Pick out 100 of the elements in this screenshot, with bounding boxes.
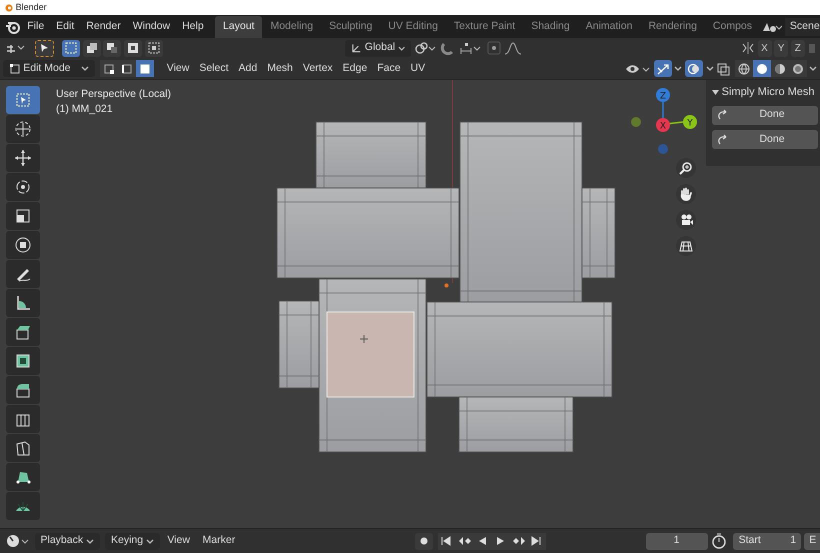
overlay-toggle-button[interactable]	[684, 60, 703, 77]
workspace-tab[interactable]: Layout	[214, 16, 262, 38]
menu-item[interactable]: Help	[176, 18, 210, 34]
pivot-icon[interactable]	[414, 41, 438, 55]
select-box-icon	[14, 91, 32, 109]
end-frame-field[interactable]: E	[804, 532, 820, 550]
header-menu[interactable]: Add	[234, 58, 262, 78]
workspace-tab[interactable]: UV Editing	[380, 16, 446, 38]
tool-button[interactable]	[6, 405, 40, 433]
timeline-dropdown[interactable]: Playback	[34, 532, 100, 550]
tool-button[interactable]	[6, 492, 40, 520]
select-mode-button[interactable]	[144, 40, 162, 56]
done-button[interactable]: Done	[712, 106, 818, 125]
select-mode-button[interactable]	[124, 40, 142, 56]
axis-handle[interactable]	[631, 117, 641, 127]
shading-button[interactable]	[770, 60, 789, 77]
workspace-tab[interactable]: Texture Paint	[446, 16, 524, 38]
viewport-control[interactable]	[676, 236, 696, 256]
tool-button[interactable]	[6, 231, 40, 259]
axis-toggle-button[interactable]: Z	[790, 40, 805, 56]
shading-button[interactable]	[734, 60, 753, 77]
header-menu[interactable]: Vertex	[298, 58, 338, 78]
playback-button[interactable]	[438, 532, 456, 550]
vertex-select-button[interactable]	[100, 60, 118, 77]
viewport-control[interactable]	[676, 210, 696, 230]
record-button[interactable]	[414, 532, 433, 550]
tool-button[interactable]	[6, 434, 40, 462]
workspace-tab[interactable]: Rendering	[640, 16, 705, 38]
tool-button[interactable]	[6, 318, 40, 346]
tool-button[interactable]	[6, 144, 40, 172]
scene-field[interactable]: Scene	[784, 18, 820, 36]
workspace-tab[interactable]: Modeling	[262, 16, 322, 38]
menu-item[interactable]: File	[21, 18, 50, 34]
start-frame-field[interactable]: Start 1	[733, 532, 802, 550]
face-select-button[interactable]	[136, 60, 154, 77]
panel-header[interactable]: Simply Micro Mesh	[712, 84, 820, 100]
tool-button[interactable]	[6, 202, 40, 230]
scale-icon	[14, 207, 32, 225]
frame-field[interactable]: 1	[646, 532, 708, 550]
workspace-tab[interactable]: Sculpting	[321, 16, 380, 38]
timeline-menu[interactable]: View	[162, 531, 195, 551]
playback-button[interactable]	[510, 532, 528, 550]
mode-dropdown[interactable]: Edit Mode	[2, 60, 95, 77]
select-mode-button[interactable]	[82, 40, 101, 56]
select-mode-button[interactable]	[62, 40, 80, 56]
orientation-dropdown[interactable]: Global	[345, 40, 412, 56]
tool-button[interactable]	[6, 347, 40, 375]
snap-icon[interactable]	[459, 41, 483, 55]
menu-item[interactable]: Window	[126, 18, 176, 34]
clock-icon[interactable]	[5, 533, 30, 549]
xray-icon[interactable]	[716, 62, 732, 76]
gizmo-toggle-button[interactable]	[654, 60, 672, 77]
viewport-control[interactable]	[676, 158, 696, 178]
rendered-sphere-icon	[792, 62, 804, 74]
menu-item[interactable]: Edit	[50, 18, 80, 34]
header-menu[interactable]: Select	[194, 58, 234, 78]
axis-handle[interactable]	[658, 144, 668, 154]
axis-handle[interactable]: Y	[683, 115, 697, 129]
tool-button[interactable]	[6, 115, 40, 143]
proportional-icon[interactable]	[486, 41, 502, 55]
move-icon	[14, 149, 32, 167]
select-tool-button[interactable]	[35, 40, 54, 56]
mesh-mode-icon	[8, 62, 21, 74]
tool-button[interactable]	[6, 463, 40, 491]
tool-button[interactable]	[6, 376, 40, 404]
shading-button[interactable]	[752, 60, 771, 77]
playback-button[interactable]	[528, 532, 546, 550]
timeline-dropdown[interactable]: Keying	[104, 532, 160, 550]
knife-icon	[14, 439, 32, 457]
origin-dot-icon	[444, 283, 449, 288]
caret-icon	[674, 65, 682, 72]
navigation-gizmo[interactable]: Z X Y	[626, 80, 706, 160]
axis-handle[interactable]: X	[656, 118, 670, 132]
stopwatch-icon[interactable]	[710, 533, 728, 549]
axis-toggle-button[interactable]: Y	[774, 40, 788, 56]
mirror-icon[interactable]	[740, 41, 755, 55]
viewport-info-text: User Perspective (Local)	[56, 87, 171, 102]
tool-button[interactable]	[6, 260, 40, 288]
header-menu[interactable]: Edge	[338, 58, 372, 78]
select-mode-button[interactable]	[103, 40, 122, 56]
done-button[interactable]: Done	[712, 130, 818, 149]
caret-icon	[398, 44, 406, 52]
edge-select-button[interactable]	[118, 60, 136, 77]
workspace-tab[interactable]: Shading	[523, 16, 578, 38]
header-menu[interactable]: Face	[372, 58, 406, 78]
header-menu[interactable]: UV	[406, 58, 430, 78]
workspace-tab[interactable]: Compos	[704, 16, 760, 38]
header-menu[interactable]: View	[162, 58, 194, 78]
tool-button[interactable]	[6, 86, 40, 114]
menu-item[interactable]: Render	[80, 18, 127, 34]
app-logo-icon[interactable]	[5, 20, 22, 34]
axis-toggle-button[interactable]: X	[758, 40, 772, 56]
shading-button[interactable]	[788, 60, 807, 77]
tool-button[interactable]	[6, 173, 40, 201]
viewport-control[interactable]	[676, 184, 696, 204]
axis-handle[interactable]: Z	[656, 88, 670, 102]
timeline-menu[interactable]: Marker	[198, 531, 240, 551]
header-menu[interactable]: Mesh	[262, 58, 298, 78]
tool-button[interactable]	[6, 289, 40, 317]
workspace-tab[interactable]: Animation	[578, 16, 640, 38]
